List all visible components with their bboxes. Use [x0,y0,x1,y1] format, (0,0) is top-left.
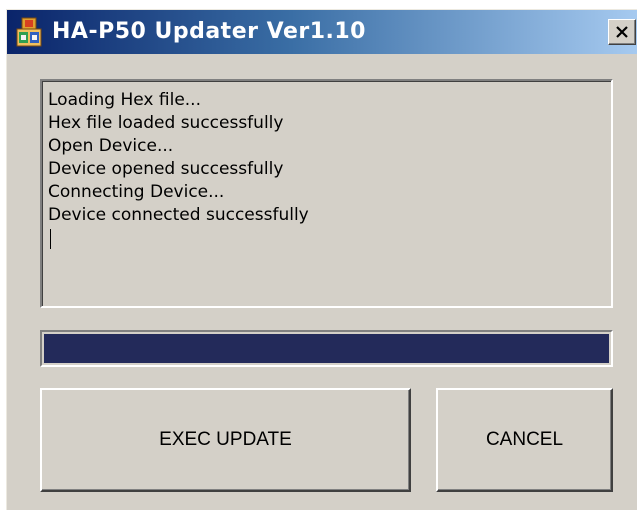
text-caret [50,229,51,249]
window-title: HA-P50 Updater Ver1.10 [52,19,366,44]
package-icon [16,17,42,47]
close-button[interactable] [608,19,636,45]
log-line: Open Device... [48,136,174,156]
title-bar[interactable]: HA-P50 Updater Ver1.10 [7,10,637,54]
log-line: Hex file loaded successfully [48,113,284,133]
close-icon [616,26,628,38]
log-line: Device opened successfully [48,159,284,179]
progress-fill [44,334,609,363]
log-line: Device connected successfully [48,205,309,225]
cancel-button[interactable]: CANCEL [436,388,613,492]
log-line: Connecting Device... [48,182,225,202]
progress-bar [40,330,613,367]
log-line: Loading Hex file... [48,90,201,110]
exec-update-button[interactable]: EXEC UPDATE [40,388,411,492]
updater-window: HA-P50 Updater Ver1.10 Loading Hex file.… [6,9,637,510]
log-output[interactable]: Loading Hex file... Hex file loaded succ… [40,79,613,308]
